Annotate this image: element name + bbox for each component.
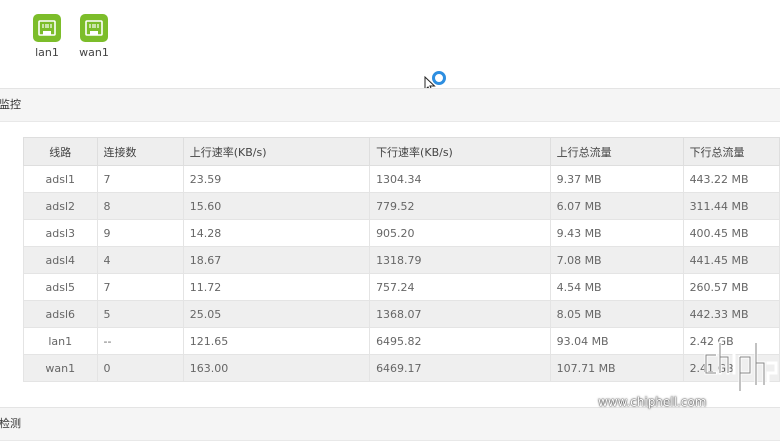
cell-line: lan1 [23,327,98,355]
cell-download-rate: 6469.17 [369,354,551,382]
column-header-download-total: 下行总流量 [682,137,780,166]
table-row: adsl1 7 23.59 1304.34 9.37 MB 443.22 MB [23,165,780,193]
cell-connections: 7 [96,165,184,193]
cell-upload-total: 7.08 MB [549,246,684,274]
cell-connections: 9 [96,219,184,247]
cell-upload-rate: 163.00 [182,354,371,382]
ethernet-port-icon [33,14,61,42]
section-title: 监控 [0,98,21,111]
cell-download-rate: 905.20 [369,219,551,247]
column-header-upload-total: 上行总流量 [549,137,684,166]
cell-download-rate: 1318.79 [369,246,551,274]
detect-section-header: 检测 [0,407,780,441]
port-wan1[interactable]: wan1 [77,14,111,59]
cell-download-rate: 1304.34 [369,165,551,193]
cell-download-rate: 1368.07 [369,300,551,328]
cell-download-total: 2.41 GB [682,354,780,382]
cell-download-rate: 6495.82 [369,327,551,355]
cell-download-total: 260.57 MB [682,273,780,301]
cell-line: adsl3 [23,219,98,247]
table-row: lan1 -- 121.65 6495.82 93.04 MB 2.42 GB [23,327,780,355]
cell-upload-total: 107.71 MB [549,354,684,382]
port-label: wan1 [79,46,109,59]
table-row: wan1 0 163.00 6469.17 107.71 MB 2.41 GB [23,354,780,382]
cell-download-total: 443.22 MB [682,165,780,193]
cell-download-total: 441.45 MB [682,246,780,274]
port-list: lan1 wan1 [30,14,111,59]
table-row: adsl5 7 11.72 757.24 4.54 MB 260.57 MB [23,273,780,301]
cell-upload-rate: 121.65 [182,327,371,355]
cell-connections: 0 [96,354,184,382]
cell-upload-rate: 11.72 [182,273,371,301]
cell-upload-rate: 23.59 [182,165,371,193]
cell-line: adsl5 [23,273,98,301]
cell-line: adsl1 [23,165,98,193]
port-lan1[interactable]: lan1 [30,14,64,59]
column-header-download-rate: 下行速率(KB/s) [369,137,551,166]
cell-connections: 8 [96,192,184,220]
table-row: adsl4 4 18.67 1318.79 7.08 MB 441.45 MB [23,246,780,274]
cell-connections: -- [96,327,184,355]
cell-upload-rate: 18.67 [182,246,371,274]
table-header-row: 线路 连接数 上行速率(KB/s) 下行速率(KB/s) 上行总流量 下行总流量 [23,137,780,166]
cell-line: wan1 [23,354,98,382]
table-row: adsl2 8 15.60 779.52 6.07 MB 311.44 MB [23,192,780,220]
cell-download-total: 311.44 MB [682,192,780,220]
cell-upload-rate: 25.05 [182,300,371,328]
cell-upload-total: 6.07 MB [549,192,684,220]
cell-download-total: 400.45 MB [682,219,780,247]
port-label: lan1 [35,46,59,59]
column-header-upload-rate: 上行速率(KB/s) [182,137,371,166]
cell-download-total: 442.33 MB [682,300,780,328]
cell-download-rate: 757.24 [369,273,551,301]
cell-upload-rate: 14.28 [182,219,371,247]
table-row: adsl6 5 25.05 1368.07 8.05 MB 442.33 MB [23,300,780,328]
cell-connections: 5 [96,300,184,328]
cell-upload-total: 8.05 MB [549,300,684,328]
cell-connections: 4 [96,246,184,274]
cell-upload-total: 93.04 MB [549,327,684,355]
cell-download-rate: 779.52 [369,192,551,220]
ethernet-port-icon [80,14,108,42]
monitor-section-header: 监控 [0,88,780,122]
cell-line: adsl2 [23,192,98,220]
table-row: adsl3 9 14.28 905.20 9.43 MB 400.45 MB [23,219,780,247]
column-header-connections: 连接数 [96,137,184,166]
cell-download-total: 2.42 GB [682,327,780,355]
cell-upload-total: 9.43 MB [549,219,684,247]
cell-line: adsl6 [23,300,98,328]
loading-spinner-icon [432,71,446,85]
cell-upload-total: 9.37 MB [549,165,684,193]
cell-connections: 7 [96,273,184,301]
cell-upload-total: 4.54 MB [549,273,684,301]
cell-upload-rate: 15.60 [182,192,371,220]
line-traffic-table: 线路 连接数 上行速率(KB/s) 下行速率(KB/s) 上行总流量 下行总流量… [23,137,780,382]
column-header-line: 线路 [23,137,98,166]
cell-line: adsl4 [23,246,98,274]
section-title: 检测 [0,417,21,430]
